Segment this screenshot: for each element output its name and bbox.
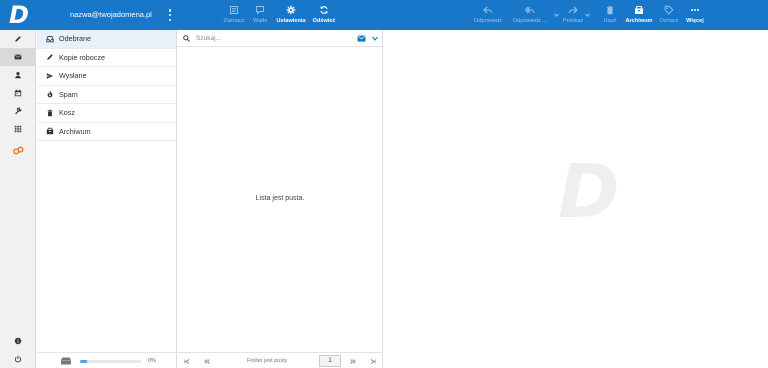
settings-wrench-icon[interactable] — [0, 102, 36, 120]
apps-grid-icon[interactable] — [0, 120, 36, 138]
search-icon — [183, 35, 190, 42]
threads-icon — [254, 4, 266, 16]
reply-all-label: Odpowiedz ... — [512, 18, 548, 24]
first-page-icon[interactable] — [183, 358, 190, 364]
folder-label: Kopie robocze — [59, 52, 105, 62]
folder-label: Odebrane — [59, 34, 91, 44]
forward-icon — [567, 4, 579, 16]
threads-label: Wątki — [253, 18, 267, 24]
archive-icon — [45, 127, 54, 136]
quota-fill — [80, 359, 88, 363]
folder-spam[interactable]: Spam — [37, 86, 176, 104]
search-input[interactable] — [196, 33, 346, 44]
previous-page-icon[interactable] — [203, 358, 210, 364]
folder-label: Spam — [59, 89, 78, 99]
mail-icon[interactable] — [0, 48, 36, 66]
reply-all-icon — [524, 4, 536, 16]
delete-label: Usuń — [603, 18, 617, 24]
forward-label: Przekaż — [562, 18, 584, 24]
quota-bar: 0% — [37, 352, 177, 368]
pagination-bar: Folder jest pusty 1 — [177, 352, 383, 368]
contacts-icon[interactable] — [0, 66, 36, 84]
archive-icon — [633, 4, 645, 16]
info-icon[interactable] — [0, 332, 36, 350]
send-icon — [45, 71, 54, 80]
folder-drafts[interactable]: Kopie robocze — [37, 49, 176, 67]
page-number-input[interactable]: 1 — [319, 355, 341, 367]
trash-icon — [45, 108, 54, 117]
envelope-icon[interactable] — [357, 35, 366, 42]
refresh-button[interactable]: Odśwież — [302, 4, 346, 24]
reply-button[interactable]: Odpowiedz — [466, 4, 510, 24]
next-page-icon[interactable] — [349, 358, 356, 364]
more-dots-icon — [689, 4, 701, 16]
empty-list-message: Lista jest pusta. — [255, 195, 305, 202]
more-button[interactable]: Więcej — [673, 4, 717, 24]
message-list: Lista jest pusta. Folder jest pusty 1 — [177, 30, 383, 368]
quota-percent: 0% — [148, 357, 156, 364]
gear-icon — [285, 4, 297, 16]
more-label: Więcej — [686, 18, 704, 24]
folder-panel: Odebrane Kopie robocze Wysłane Spam Kosz… — [37, 30, 177, 368]
trash-icon — [604, 4, 616, 16]
app-rail — [0, 30, 36, 368]
quota-progress — [80, 359, 141, 363]
search-bar — [177, 30, 382, 47]
folder-sent[interactable]: Wysłane — [37, 67, 176, 86]
folder-label: Kosz — [59, 108, 75, 118]
refresh-icon — [318, 4, 330, 16]
account-menu-icon[interactable] — [167, 8, 173, 22]
folder-trash[interactable]: Kosz — [37, 104, 176, 123]
compose-icon[interactable] — [0, 30, 36, 48]
preview-pane: D — [384, 30, 768, 368]
fire-icon — [45, 90, 54, 99]
search-options-dropdown-icon[interactable] — [372, 36, 378, 41]
reply-label: Odpowiedz — [474, 18, 502, 24]
plugin-icon[interactable] — [0, 141, 36, 159]
folder-label: Wysłane — [59, 71, 87, 81]
pager-status: Folder jest pusty — [247, 358, 288, 364]
pencil-icon — [45, 53, 54, 62]
folder-archive[interactable]: Archiwum — [37, 123, 176, 141]
refresh-label: Odśwież — [312, 18, 336, 24]
app-logo[interactable]: D — [6, 2, 32, 28]
last-page-icon[interactable] — [369, 358, 376, 364]
folder-label: Archiwum — [59, 126, 91, 136]
power-icon[interactable] — [0, 350, 36, 368]
reply-icon — [482, 4, 494, 16]
logo-letter: D — [9, 1, 29, 29]
account-email[interactable]: nazwa@twojadomena.pl — [70, 10, 152, 19]
reply-all-button[interactable]: Odpowiedz ... — [508, 4, 552, 24]
folder-inbox[interactable]: Odebrane — [37, 30, 176, 49]
brand-watermark: D — [558, 149, 620, 235]
storage-icon — [61, 357, 71, 365]
inbox-icon — [45, 34, 54, 43]
calendar-icon[interactable] — [0, 84, 36, 102]
header-bar: D nazwa@twojadomena.pl Zaznacz Wątki Ust… — [0, 0, 768, 30]
